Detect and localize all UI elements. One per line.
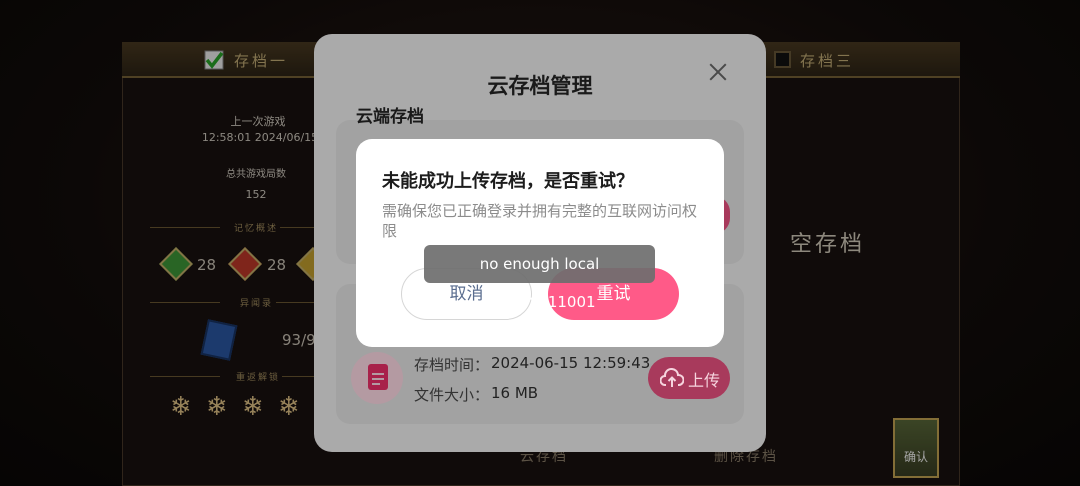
cloud-section-title: 云端存档 [356, 107, 424, 127]
dialog-title: 云存档管理 [487, 74, 593, 98]
file-icon-badge [351, 352, 403, 404]
retry-title: 未能成功上传存档，是否重试？ [382, 171, 634, 192]
retry-description: 需确保您已正确登录并拥有完整的互联网访问权限 [382, 202, 698, 240]
upload-label: 上传 [688, 371, 721, 390]
cloud-upload-icon [660, 368, 684, 387]
save-time-value: 2024-06-15 12:59:43 [491, 354, 651, 372]
upload-button[interactable]: 上传 [648, 357, 730, 399]
error-toast: no enough local space：-11001 [424, 245, 655, 311]
save-time-label: 存档时间： [414, 356, 490, 374]
file-icon [368, 364, 388, 390]
file-size-label: 文件大小： [414, 386, 490, 404]
file-size-value: 16 MB [491, 384, 539, 402]
close-icon[interactable] [706, 60, 730, 84]
